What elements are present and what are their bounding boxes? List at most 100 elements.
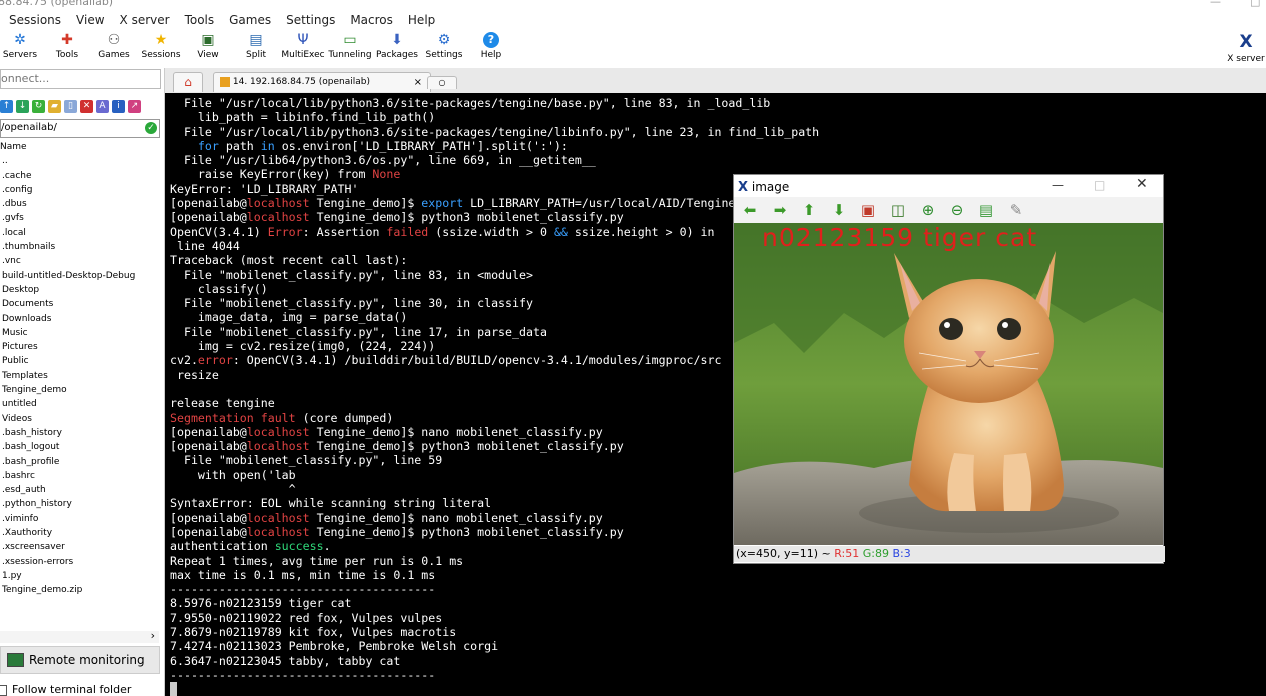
list-item[interactable]: .bash_history (0, 426, 160, 440)
servers-label: Servers (2, 50, 38, 60)
list-item[interactable]: .xscreensaver (0, 540, 160, 554)
help-label: Help (480, 50, 502, 60)
cat-image[interactable]: n02123159 tiger cat (734, 223, 1163, 545)
upload-icon[interactable]: ↑ (0, 100, 13, 113)
list-item[interactable]: .xsession-errors (0, 555, 160, 569)
prediction-overlay-label: n02123159 tiger cat (762, 223, 1038, 252)
list-item[interactable]: .cache (0, 169, 160, 183)
image-maximize-button[interactable]: □ (1094, 178, 1105, 192)
xserver-button[interactable]: X X server (1226, 30, 1266, 64)
list-item[interactable]: Tengine_demo.zip (0, 583, 160, 597)
list-item[interactable]: .. (0, 154, 160, 168)
save-image-icon[interactable]: ▤ (977, 201, 995, 219)
properties-brush-icon[interactable]: ✎ (1007, 201, 1025, 219)
menu-macros[interactable]: Macros (341, 10, 399, 27)
menu-settings[interactable]: Settings (277, 10, 341, 27)
close-tab-icon[interactable]: × (414, 73, 422, 92)
terminal-icon (220, 76, 230, 87)
list-item[interactable]: .bashrc (0, 469, 160, 483)
xserver-label: X server (1227, 54, 1265, 64)
quick-connect-box[interactable] (0, 69, 161, 89)
rename-icon[interactable]: A (96, 100, 109, 113)
zoom-original-icon[interactable]: ◫ (889, 201, 907, 219)
list-item[interactable]: Templates (0, 369, 160, 383)
list-item[interactable]: untitled (0, 397, 160, 411)
settings-icon: ⚙ (437, 32, 451, 48)
menu-xserver[interactable]: X server (111, 10, 176, 27)
path-ok-icon[interactable]: ✓ (145, 122, 157, 134)
list-item[interactable]: Pictures (0, 340, 160, 354)
list-item[interactable]: .python_history (0, 497, 160, 511)
list-item[interactable]: 1.py (0, 569, 160, 583)
list-item[interactable]: Documents (0, 297, 160, 311)
new-folder-icon[interactable]: ▰ (48, 100, 61, 113)
minimize-button[interactable]: — (1210, 0, 1221, 8)
tools-icon: ✚ (61, 32, 73, 48)
image-close-button[interactable]: ✕ (1136, 176, 1148, 192)
status-b: B:3 (892, 547, 911, 560)
remote-monitoring-label: Remote monitoring (29, 653, 145, 667)
pan-down-icon[interactable]: ⬇ (830, 201, 848, 219)
home-icon: ⌂ (184, 75, 192, 89)
list-item[interactable]: Downloads (0, 312, 160, 326)
list-item[interactable]: .dbus (0, 197, 160, 211)
new-file-icon[interactable]: ▯ (64, 100, 77, 113)
pan-up-icon[interactable]: ⬆ (800, 201, 818, 219)
image-window-titlebar[interactable]: X image (738, 177, 789, 197)
list-item[interactable]: Music (0, 326, 160, 340)
list-item[interactable]: .config (0, 183, 160, 197)
list-item[interactable]: .thumbnails (0, 240, 160, 254)
list-item[interactable]: build-untitled-Desktop-Debug (0, 269, 160, 283)
menu-view[interactable]: View (67, 10, 110, 27)
menu-games[interactable]: Games (220, 10, 277, 27)
name-column-header[interactable]: Name (0, 140, 160, 154)
edit-icon[interactable]: ↗ (128, 100, 141, 113)
list-item[interactable]: .viminfo (0, 512, 160, 526)
download-icon[interactable]: ↓ (16, 100, 29, 113)
packages-icon: ⬇ (391, 32, 403, 48)
follow-terminal-folder-label: Follow terminal folder (12, 683, 132, 696)
new-tab-icon: ○ (438, 78, 446, 87)
scroll-right-icon[interactable]: › (151, 629, 155, 642)
zoom-fit-icon[interactable]: ▣ (859, 201, 877, 219)
list-item[interactable]: .gvfs (0, 211, 160, 225)
image-minimize-button[interactable]: — (1052, 178, 1064, 192)
multiexec-icon: Ψ (297, 32, 309, 48)
list-item[interactable]: Desktop (0, 283, 160, 297)
list-item[interactable]: .vnc (0, 254, 160, 268)
list-item[interactable]: .esd_auth (0, 483, 160, 497)
list-item[interactable]: Tengine_demo (0, 383, 160, 397)
list-item[interactable]: Public (0, 354, 160, 368)
pan-right-icon[interactable]: ➡ (771, 201, 789, 219)
remote-monitoring-button[interactable]: Remote monitoring (0, 646, 160, 674)
checkbox-icon[interactable] (0, 684, 7, 696)
home-tab[interactable]: ⌂ (173, 72, 203, 92)
zoom-in-icon[interactable]: ⊕ (919, 201, 937, 219)
list-item[interactable]: .bash_logout (0, 440, 160, 454)
window-title: 88.84.75 (openailab) (0, 0, 114, 8)
path-box[interactable]: /openailab/ ✓ (0, 119, 160, 138)
refresh-icon[interactable]: ↻ (32, 100, 45, 113)
horizontal-scrollbar[interactable]: › (0, 629, 159, 643)
list-item[interactable]: .local (0, 226, 160, 240)
follow-terminal-folder-checkbox[interactable]: Follow terminal folder (0, 683, 164, 696)
menu-tools[interactable]: Tools (176, 10, 221, 27)
tunneling-label: Tunneling (328, 50, 372, 60)
list-item[interactable]: .bash_profile (0, 455, 160, 469)
cat-photo-svg (734, 223, 1163, 545)
quick-connect-input[interactable] (1, 70, 151, 86)
new-tab-button[interactable]: ○ (427, 76, 457, 89)
list-item[interactable]: .Xauthority (0, 526, 160, 540)
delete-icon[interactable]: ✕ (80, 100, 93, 113)
menu-sessions[interactable]: Sessions (0, 10, 67, 27)
maximize-button[interactable]: □ (1250, 0, 1260, 8)
help-button[interactable]: ? Help (463, 30, 519, 60)
menu-help[interactable]: Help (399, 10, 441, 27)
menu-bar: Sessions View X server Tools Games Settings Ma… (0, 10, 1266, 30)
list-item[interactable]: Videos (0, 412, 160, 426)
image-window[interactable]: X image — □ ✕ ⬅ ➡ ⬆ ⬇ ▣ ◫ ⊕ ⊖ ▤ ✎ n02123… (733, 174, 1165, 564)
properties-icon[interactable]: i (112, 100, 125, 113)
pan-left-icon[interactable]: ⬅ (741, 201, 759, 219)
zoom-out-icon[interactable]: ⊖ (948, 201, 966, 219)
tab-session-14[interactable]: 14. 192.168.84.75 (openailab) × (213, 72, 431, 92)
